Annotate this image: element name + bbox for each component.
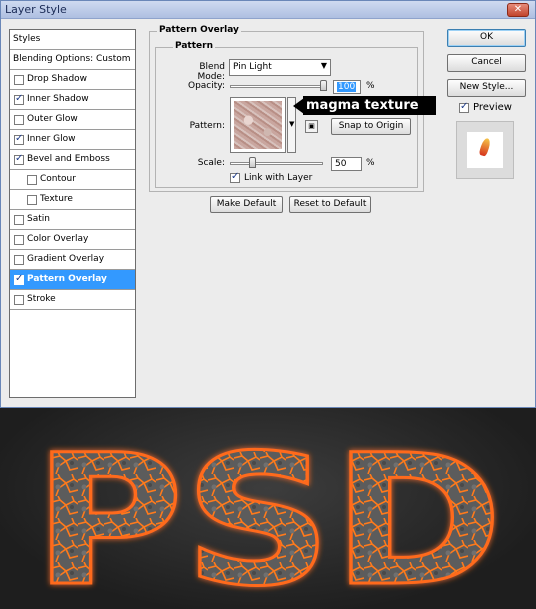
gradient-overlay-checkbox[interactable] <box>14 255 24 265</box>
snap-to-origin-button[interactable]: Snap to Origin <box>331 118 411 135</box>
close-icon: ✕ <box>513 4 523 15</box>
style-item-drop-shadow[interactable]: Drop Shadow <box>10 70 135 90</box>
scale-value: 50 <box>335 159 347 169</box>
ok-button[interactable]: OK <box>447 29 526 47</box>
link-with-layer-checkbox[interactable] <box>230 171 240 183</box>
texture-checkbox[interactable] <box>27 195 37 205</box>
scale-slider-thumb[interactable] <box>248 157 256 168</box>
magma-texture-callout: magma texture <box>303 96 436 115</box>
window-title: Layer Style <box>5 3 67 16</box>
scale-percent: % <box>366 158 375 168</box>
style-item-inner-glow[interactable]: Inner Glow <box>10 130 135 150</box>
style-item-label: Gradient Overlay <box>27 254 105 264</box>
style-item-stroke[interactable]: Stroke <box>10 290 135 310</box>
pattern-overlay-title: Pattern Overlay <box>157 25 241 35</box>
blend-mode-value: Pin Light <box>233 62 272 72</box>
preview-swatch <box>467 132 503 168</box>
style-item-label: Texture <box>40 194 73 204</box>
style-item-label: Satin <box>27 214 50 224</box>
style-item-outer-glow[interactable]: Outer Glow <box>10 110 135 130</box>
scale-label: Scale: <box>197 158 225 168</box>
style-item-label: Outer Glow <box>27 114 78 124</box>
new-preset-icon: ▣ <box>308 122 315 130</box>
style-item-contour[interactable]: Contour <box>10 170 135 190</box>
style-item-bevel-emboss[interactable]: Bevel and Emboss <box>10 150 135 170</box>
style-item-label: Bevel and Emboss <box>27 154 110 164</box>
style-item-label: Contour <box>40 174 76 184</box>
new-style-button[interactable]: New Style... <box>447 79 526 97</box>
blending-options-item[interactable]: Blending Options: Custom <box>10 50 135 70</box>
inner-shadow-checkbox[interactable] <box>14 93 24 105</box>
style-item-texture[interactable]: Texture <box>10 190 135 210</box>
styles-list: Styles Blending Options: Custom Drop Sha… <box>9 29 136 398</box>
style-item-label: Color Overlay <box>27 234 89 244</box>
stroke-checkbox[interactable] <box>14 295 24 305</box>
outer-glow-checkbox[interactable] <box>14 115 24 125</box>
psd-lava-text: PSD <box>32 416 505 609</box>
style-item-inner-shadow[interactable]: Inner Shadow <box>10 90 135 110</box>
blend-mode-select[interactable]: Pin Light ▼ <box>229 59 331 76</box>
psd-text: PSD <box>33 417 503 609</box>
pattern-picker[interactable] <box>230 97 286 153</box>
drop-shadow-checkbox[interactable] <box>14 75 24 85</box>
color-overlay-checkbox[interactable] <box>14 235 24 245</box>
chevron-down-icon: ▼ <box>289 120 295 128</box>
title-bar[interactable]: Layer Style ✕ <box>1 1 535 19</box>
opacity-value: 100 <box>337 82 357 92</box>
scale-input[interactable]: 50 <box>331 157 362 171</box>
chevron-down-icon: ▼ <box>320 61 327 70</box>
contour-checkbox[interactable] <box>27 175 37 185</box>
style-item-gradient-overlay[interactable]: Gradient Overlay <box>10 250 135 270</box>
close-button[interactable]: ✕ <box>507 3 529 17</box>
cancel-button[interactable]: Cancel <box>447 54 526 72</box>
opacity-label: Opacity: <box>188 81 225 91</box>
inner-glow-checkbox[interactable] <box>14 133 24 145</box>
layer-style-dialog: Layer Style ✕ Styles Blending Options: C… <box>0 0 536 408</box>
make-default-button[interactable]: Make Default <box>210 196 283 213</box>
new-preset-button[interactable]: ▣ <box>305 120 318 133</box>
result-artwork: PSD <box>0 408 536 609</box>
style-item-label: Inner Glow <box>27 134 76 144</box>
opacity-input[interactable]: 100 <box>333 80 361 94</box>
styles-header[interactable]: Styles <box>10 30 135 50</box>
preview-flame-mark <box>478 137 492 157</box>
preview-label: Preview <box>473 102 512 113</box>
style-item-label: Pattern Overlay <box>27 274 107 284</box>
style-item-pattern-overlay[interactable]: Pattern Overlay <box>10 270 135 290</box>
satin-checkbox[interactable] <box>14 215 24 225</box>
reset-to-default-button[interactable]: Reset to Default <box>289 196 371 213</box>
preview-checkbox[interactable] <box>459 101 469 113</box>
blend-mode-label: Blend Mode: <box>197 62 225 82</box>
style-item-label: Inner Shadow <box>27 94 89 104</box>
style-item-label: Drop Shadow <box>27 74 88 84</box>
pattern-subgroup-title: Pattern <box>173 41 215 51</box>
opacity-slider-track[interactable] <box>230 85 327 88</box>
opacity-percent: % <box>366 81 375 91</box>
style-item-label: Stroke <box>27 294 56 304</box>
style-item-color-overlay[interactable]: Color Overlay <box>10 230 135 250</box>
pattern-label: Pattern: <box>189 121 225 131</box>
pattern-overlay-checkbox[interactable] <box>14 273 24 285</box>
style-preview-thumbnail <box>456 121 514 179</box>
scale-slider-track[interactable] <box>230 162 323 165</box>
pattern-thumbnail <box>234 101 282 149</box>
style-item-satin[interactable]: Satin <box>10 210 135 230</box>
opacity-slider-thumb[interactable] <box>320 80 327 91</box>
bevel-emboss-checkbox[interactable] <box>14 153 24 165</box>
link-with-layer-label: Link with Layer <box>244 173 313 183</box>
